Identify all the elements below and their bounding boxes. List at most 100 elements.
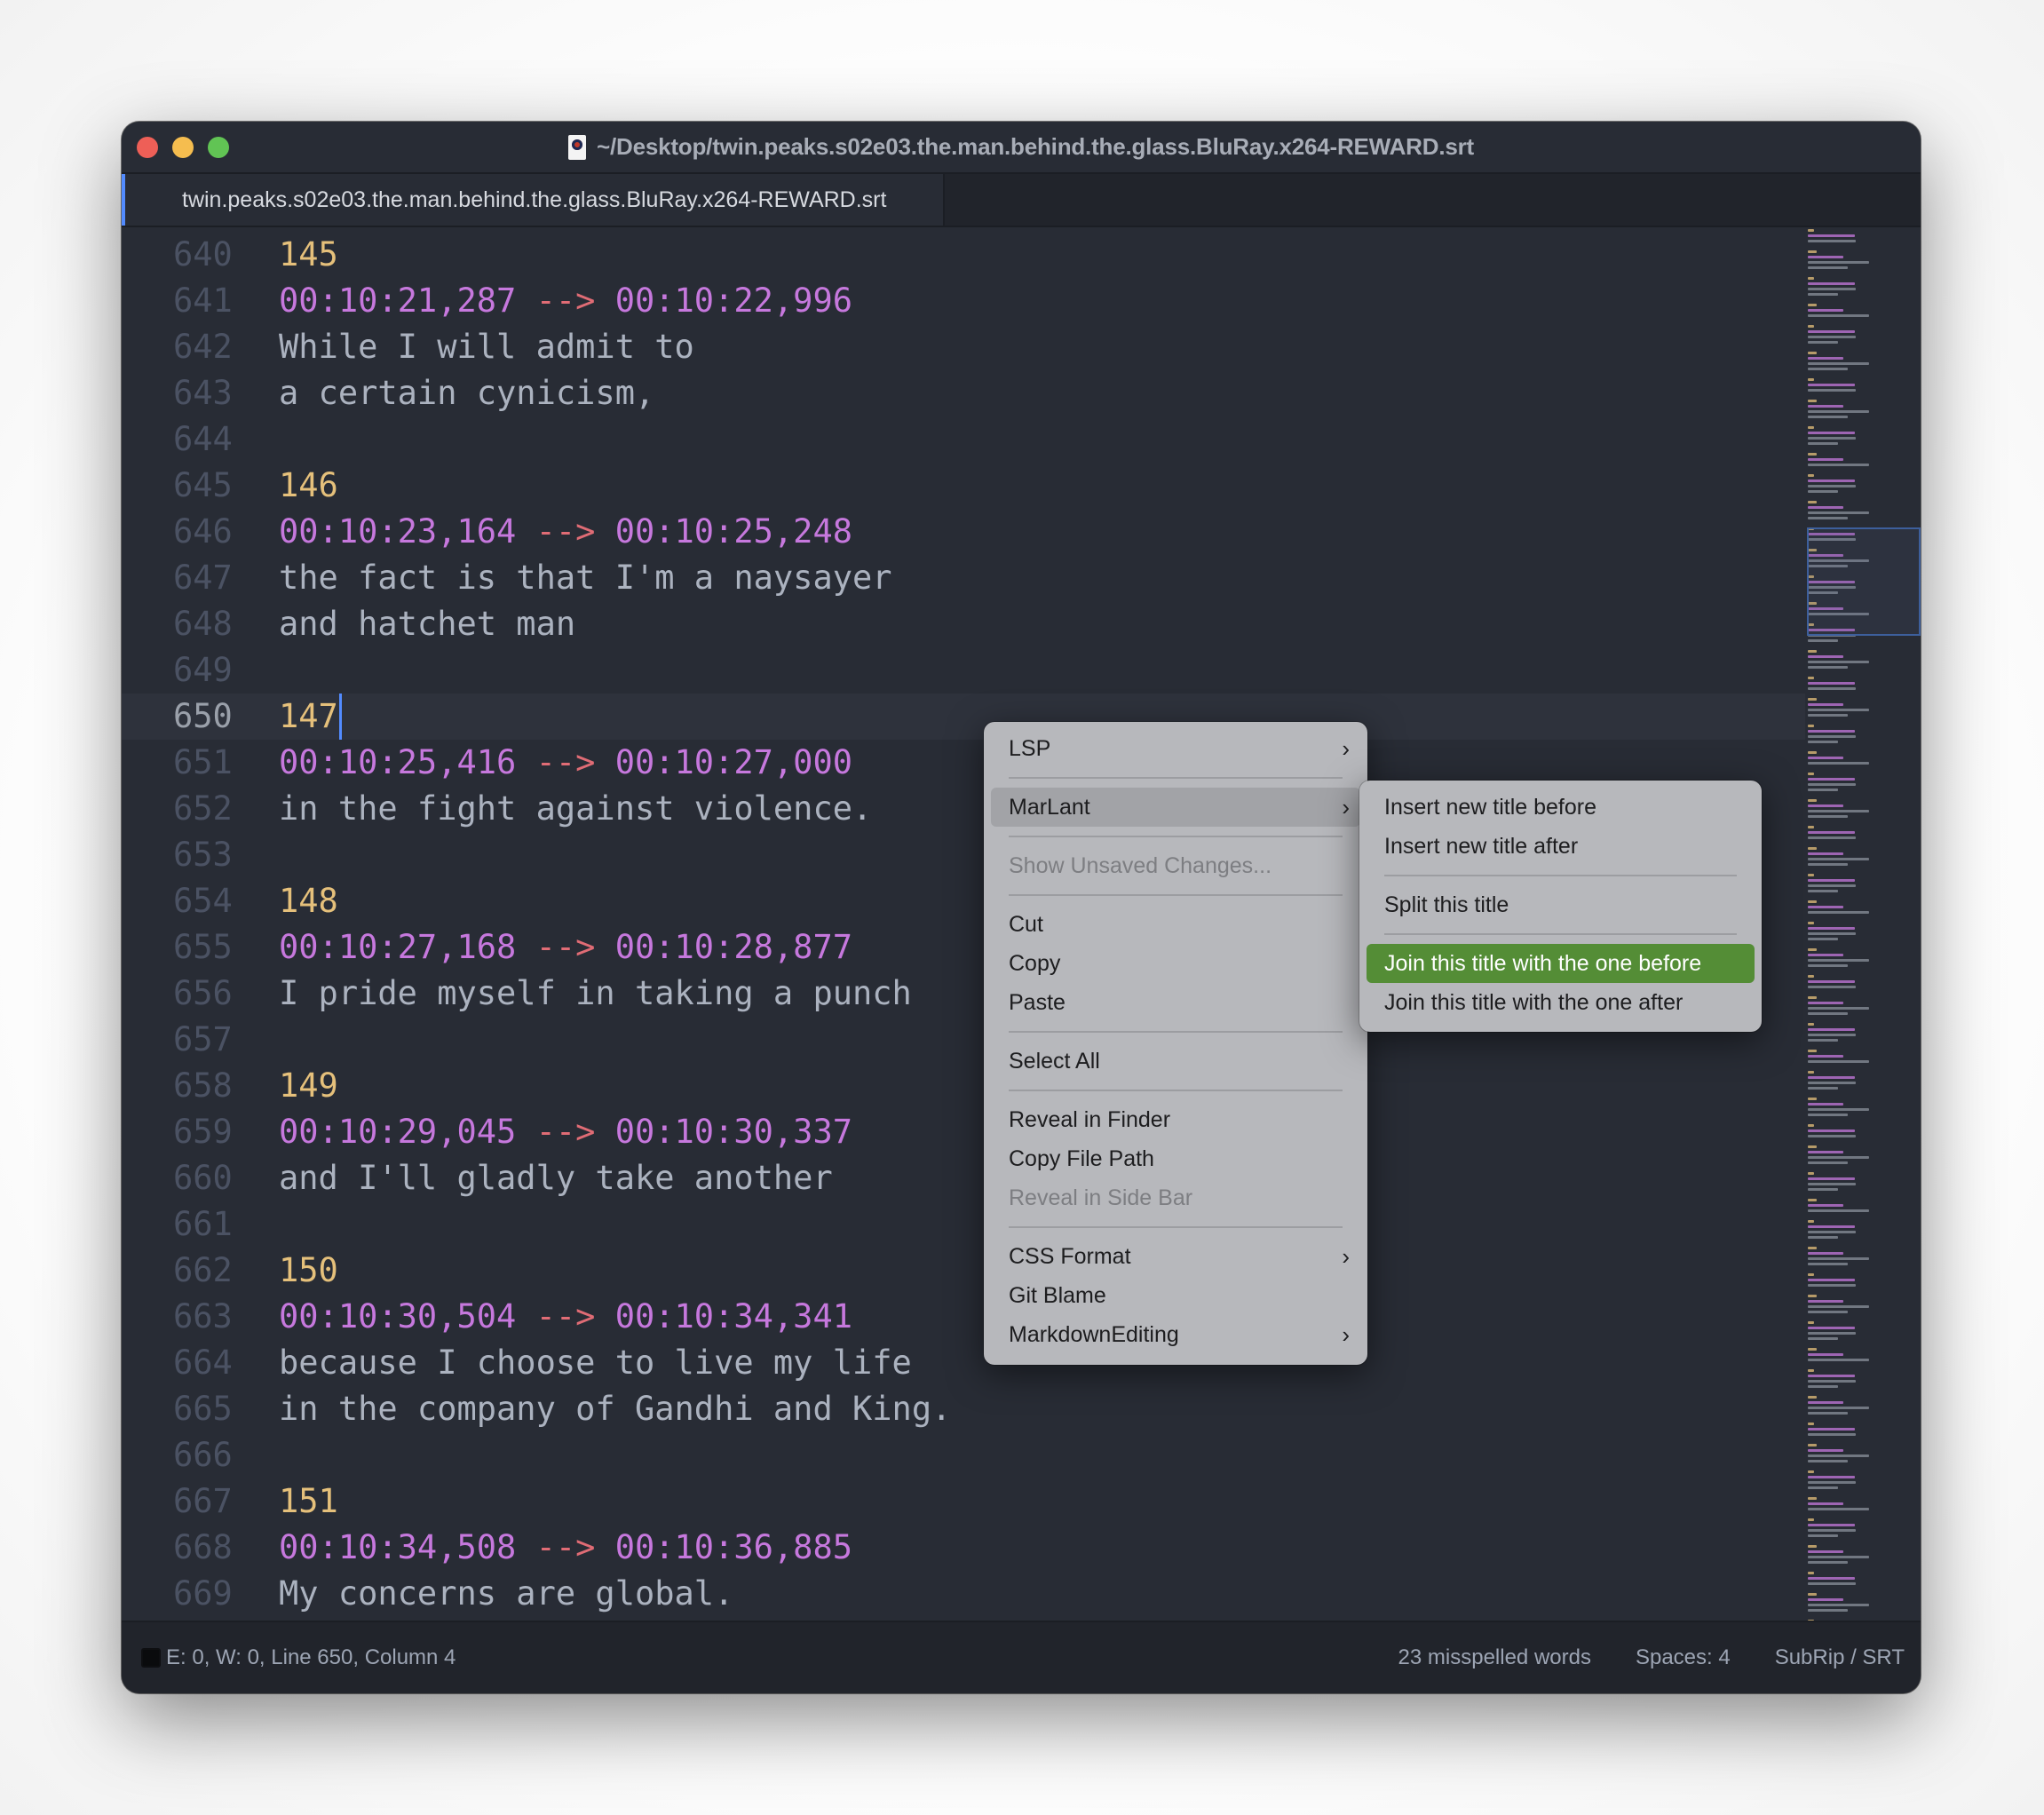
tab-active-file[interactable]: twin.peaks.s02e03.the.man.behind.the.gla…: [122, 174, 945, 226]
status-indentation[interactable]: Spaces: 4: [1636, 1645, 1731, 1670]
line-number: 648: [173, 605, 233, 643]
line-number: 653: [173, 836, 233, 874]
menu-separator: [1384, 933, 1737, 935]
code-line[interactable]: 663 00:10:30,504 --> 00:10:34,341: [122, 1294, 1805, 1340]
line-number: 650: [173, 697, 233, 735]
menu-item-git-blame[interactable]: Git Blame: [991, 1276, 1360, 1315]
code-line[interactable]: 641 00:10:21,287 --> 00:10:22,996: [122, 278, 1805, 324]
submenu-item-split-this-title[interactable]: Split this title: [1367, 885, 1755, 924]
minimap-line: [1808, 836, 1856, 839]
line-number: 643: [173, 374, 233, 412]
code-line[interactable]: 661: [122, 1201, 1805, 1248]
end-time: 00:10:34,341: [614, 1297, 853, 1335]
minimap-line: [1808, 1188, 1838, 1191]
code-line[interactable]: 664 because I choose to live my life: [122, 1340, 1805, 1386]
code-line[interactable]: 648 and hatchet man: [122, 601, 1805, 647]
minimap-line: [1808, 437, 1856, 440]
code-line[interactable]: 658 149: [122, 1063, 1805, 1109]
code-line[interactable]: 647 the fact is that I'm a naysayer: [122, 555, 1805, 601]
code-line[interactable]: 668 00:10:34,508 --> 00:10:36,885: [122, 1525, 1805, 1571]
minimap-line: [1808, 959, 1869, 962]
minimap-line: [1808, 277, 1814, 280]
code-line[interactable]: 659 00:10:29,045 --> 00:10:30,337: [122, 1109, 1805, 1155]
menu-item-paste[interactable]: Paste: [991, 983, 1360, 1022]
minimap-line: [1808, 1593, 1817, 1596]
minimap[interactable]: [1805, 227, 1921, 1637]
minimap-line: [1808, 1321, 1814, 1324]
minimap-line: [1808, 229, 1814, 232]
menu-item-markdownediting[interactable]: MarkdownEditing ›: [991, 1315, 1360, 1354]
code-line[interactable]: 640 145: [122, 232, 1805, 278]
minimap-line: [1808, 1114, 1848, 1116]
code-line[interactable]: 669 My concerns are global.: [122, 1571, 1805, 1617]
code-line[interactable]: 666: [122, 1432, 1805, 1478]
menu-item-label: CSS Format: [1009, 1244, 1131, 1269]
panel-toggle-icon[interactable]: [141, 1648, 161, 1668]
minimap-line: [1808, 741, 1838, 743]
menu-item-css-format[interactable]: CSS Format ›: [991, 1237, 1360, 1276]
minimap-line: [1808, 341, 1838, 344]
minimap-line: [1808, 1252, 1843, 1255]
menu-item-reveal-in-finder[interactable]: Reveal in Finder: [991, 1100, 1360, 1139]
submenu-item-join-this-title-with-the-one-before[interactable]: Join this title with the one before: [1367, 944, 1755, 983]
minimap-line: [1808, 1428, 1855, 1431]
context-menu: LSP › MarLant › Show Unsaved Changes... Cut Co…: [984, 722, 1367, 1365]
submenu-item-join-this-title-with-the-one-after[interactable]: Join this title with the one after: [1367, 983, 1755, 1022]
minimap-line: [1808, 1199, 1817, 1201]
minimap-line: [1808, 1135, 1856, 1137]
code-line[interactable]: 644: [122, 416, 1805, 463]
menu-item-lsp[interactable]: LSP ›: [991, 729, 1360, 768]
code-line[interactable]: 642 While I will admit to: [122, 324, 1805, 370]
minimap-line: [1808, 1060, 1869, 1063]
end-time: 00:10:22,996: [614, 281, 853, 320]
code-line[interactable]: 667 151: [122, 1478, 1805, 1525]
subtitle-text: because I choose to live my life: [279, 1343, 912, 1382]
code-line[interactable]: 651 00:10:25,416 --> 00:10:27,000: [122, 740, 1805, 786]
minimap-line: [1808, 874, 1814, 876]
status-spelling[interactable]: 23 misspelled words: [1398, 1645, 1591, 1670]
minimap-line: [1808, 1263, 1848, 1265]
menu-item-marlant[interactable]: MarLant ›: [991, 788, 1360, 827]
time-arrow: -->: [516, 743, 615, 781]
minimap-line: [1808, 730, 1855, 733]
code-line[interactable]: 643 a certain cynicism,: [122, 370, 1805, 416]
menu-item-label: LSP: [1009, 736, 1051, 761]
menu-item-copy[interactable]: Copy: [991, 944, 1360, 983]
minimap-line: [1808, 1481, 1856, 1484]
minimap-line: [1808, 1380, 1856, 1383]
minimap-line: [1808, 922, 1814, 924]
minimap-line: [1808, 954, 1843, 956]
minimap-line: [1808, 309, 1843, 312]
line-number: 664: [173, 1343, 233, 1382]
code-line[interactable]: 662 150: [122, 1248, 1805, 1294]
menu-item-label: Paste: [1009, 990, 1066, 1015]
minimap-viewport[interactable]: [1807, 527, 1921, 636]
minimap-line: [1808, 1156, 1869, 1159]
menu-item-cut[interactable]: Cut: [991, 905, 1360, 944]
subtitle-text: in the fight against violence.: [279, 789, 873, 828]
timecode-line: 00:10:21,287 --> 00:10:22,996: [279, 278, 852, 324]
minimap-line: [1808, 778, 1855, 781]
minimap-line: [1808, 1087, 1838, 1090]
status-syntax[interactable]: SubRip / SRT: [1775, 1645, 1905, 1670]
submenu-item-insert-new-title-after[interactable]: Insert new title after: [1367, 827, 1755, 866]
menu-item-label: Copy File Path: [1009, 1146, 1154, 1171]
menu-item-copy-file-path[interactable]: Copy File Path: [991, 1139, 1360, 1178]
code-line[interactable]: 646 00:10:23,164 --> 00:10:25,248: [122, 509, 1805, 555]
minimap-line: [1808, 1028, 1855, 1031]
timecode-line: 00:10:29,045 --> 00:10:30,337: [279, 1109, 852, 1155]
code-line[interactable]: 660 and I'll gladly take another: [122, 1155, 1805, 1201]
code-line[interactable]: 645 146: [122, 463, 1805, 509]
subtitle-text: and I'll gladly take another: [279, 1159, 833, 1197]
minimap-line: [1808, 1577, 1855, 1580]
minimap-line: [1808, 1103, 1843, 1106]
menu-item-label: Select All: [1009, 1049, 1100, 1074]
code-line[interactable]: 650 147: [122, 694, 1805, 740]
subtitle-index: 147: [279, 697, 338, 735]
code-line[interactable]: 665 in the company of Gandhi and King.: [122, 1386, 1805, 1432]
code-line[interactable]: 649: [122, 647, 1805, 694]
menu-item-select-all[interactable]: Select All: [991, 1042, 1360, 1081]
submenu-item-insert-new-title-before[interactable]: Insert new title before: [1367, 788, 1755, 827]
menu-item-show-unsaved-changes: Show Unsaved Changes...: [991, 846, 1360, 885]
minimap-line: [1808, 757, 1843, 759]
